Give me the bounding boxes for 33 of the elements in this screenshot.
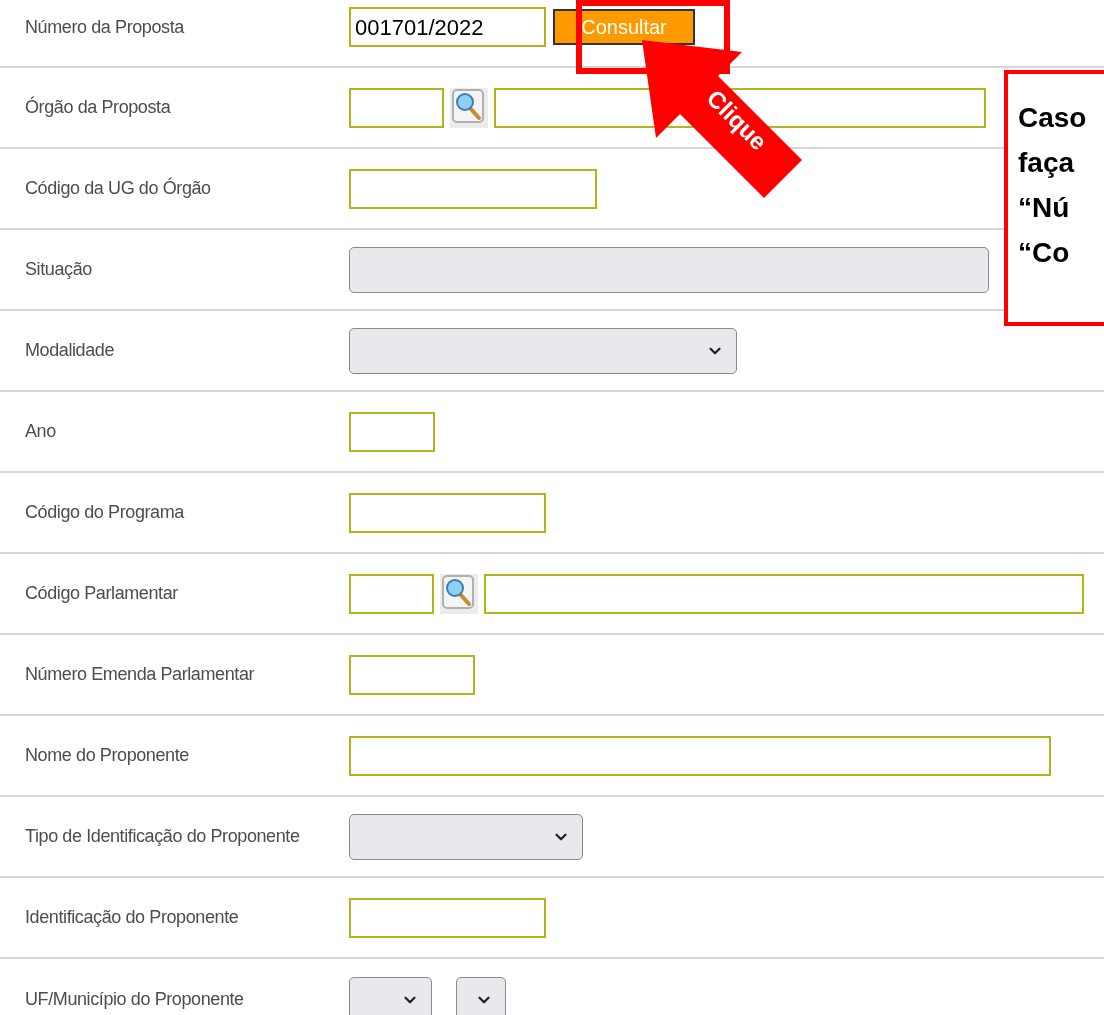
input-field[interactable] xyxy=(349,654,475,695)
search-icon[interactable] xyxy=(440,573,478,614)
field-label: Tipo de Identificação do Proponente xyxy=(24,825,301,848)
field-label: Ano xyxy=(24,420,57,443)
callout-text: Caso xyxy=(1018,101,1088,135)
field-label: Código da UG do Órgão xyxy=(24,176,212,200)
callout-text: faça xyxy=(1018,146,1076,180)
dropdown-field[interactable] xyxy=(456,976,506,1015)
input-field[interactable] xyxy=(349,492,546,533)
input-field[interactable]: 001701/2022 xyxy=(349,7,546,47)
dropdown-field[interactable] xyxy=(349,327,737,374)
input-field[interactable] xyxy=(349,87,444,128)
field-label: Número da Proposta xyxy=(24,15,186,39)
field-label: Situação xyxy=(24,258,93,281)
input-field[interactable] xyxy=(484,573,1084,614)
field-label: UF/Município do Proponente xyxy=(24,988,245,1011)
field-label: Identificação do Proponente xyxy=(24,906,240,929)
field-label: Código do Programa xyxy=(24,501,186,524)
field-label: Código Parlamentar xyxy=(24,582,179,605)
dropdown-field[interactable] xyxy=(349,976,432,1015)
field-label: Número Emenda Parlamentar xyxy=(24,663,256,686)
field-label: Órgão da Proposta xyxy=(24,95,172,119)
callout-text: “Nú xyxy=(1018,191,1071,225)
field-label: Modalidade xyxy=(24,339,116,362)
search-icon[interactable] xyxy=(450,87,488,128)
input-field[interactable] xyxy=(349,411,435,452)
input-field[interactable] xyxy=(349,573,434,614)
input-field[interactable] xyxy=(349,735,1051,776)
callout-text: “Co xyxy=(1018,236,1071,270)
field-label: Nome do Proponente xyxy=(24,744,190,767)
input-field[interactable] xyxy=(349,897,546,938)
input-field[interactable] xyxy=(349,168,597,209)
dropdown-field[interactable] xyxy=(349,813,583,860)
